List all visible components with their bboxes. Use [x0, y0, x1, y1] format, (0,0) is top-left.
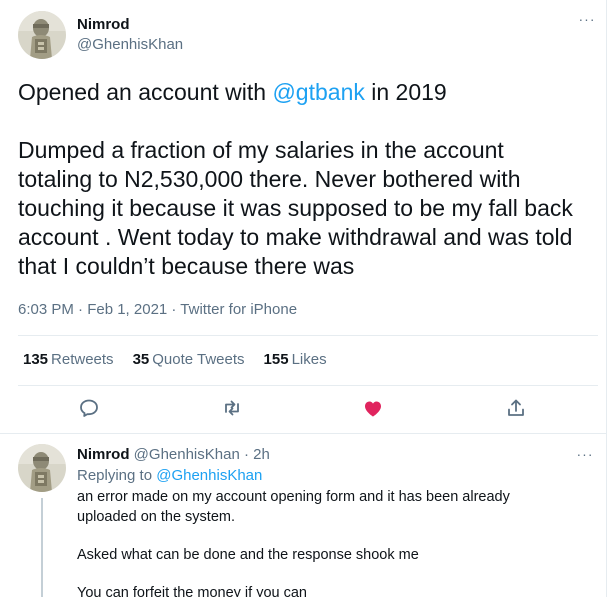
tweet-detail-panel: Nimrod @GhenhisKhan ··· Opened an accoun… — [0, 0, 607, 597]
quote-tweets-label: Quote Tweets — [152, 351, 245, 368]
tweet-text-fragment: in 2019 — [364, 79, 447, 105]
quote-tweets-count: 35 — [132, 351, 150, 368]
replying-to: Replying to @GhenhisKhan — [77, 466, 262, 486]
more-dots-icon[interactable]: ··· — [576, 12, 598, 29]
reply-text-line: Asked what can be done and the response … — [77, 547, 419, 563]
replying-to-mention[interactable]: @GhenhisKhan — [156, 467, 262, 484]
author-display-name[interactable]: Nimrod — [77, 15, 183, 35]
reply-timestamp[interactable]: 2h — [253, 446, 270, 463]
reply-text: an error made on my account opening form… — [77, 487, 557, 597]
more-dots-icon[interactable]: ··· — [574, 447, 596, 464]
retweets-label: Retweets — [51, 351, 114, 368]
tweet-text-line: totaling to N2,530,000 there. Never both… — [18, 166, 521, 192]
replying-to-label: Replying to — [77, 467, 157, 484]
reply-text-line: You can forfeit the money if you can — [77, 585, 307, 597]
retweet-icon[interactable] — [220, 396, 244, 420]
tweet-text-line: touching it because it was supposed to b… — [18, 195, 573, 221]
avatar[interactable] — [18, 444, 66, 492]
tweet-timestamp[interactable]: 6:03 PM · Feb 1, 2021 · Twitter for iPho… — [18, 300, 297, 320]
reply-bubble-icon[interactable] — [77, 396, 101, 420]
tweet-text-line: Dumped a fraction of my salaries in the … — [18, 137, 504, 163]
divider — [18, 335, 598, 336]
main-tweet-header: Nimrod @GhenhisKhan ··· — [18, 11, 598, 61]
tweet-text-fragment: Opened an account with — [18, 79, 273, 105]
quote-tweets-stat[interactable]: 35 Quote Tweets — [133, 350, 245, 370]
reply-text-line: uploaded on the system. — [77, 509, 235, 525]
separator-dot: · — [243, 446, 249, 463]
reply-author-handle[interactable]: @GhenhisKhan — [134, 446, 240, 463]
likes-count: 155 — [263, 351, 289, 368]
mention-link-gtbank[interactable]: @gtbank — [272, 79, 364, 105]
likes-stat[interactable]: 155 Likes — [264, 350, 327, 370]
retweets-count: 135 — [23, 351, 49, 368]
reply-tweet[interactable]: Nimrod @GhenhisKhan · 2h ··· Replying to… — [0, 434, 607, 597]
author-handle[interactable]: @GhenhisKhan — [77, 35, 183, 55]
divider — [18, 385, 598, 386]
reply-author-display-name[interactable]: Nimrod — [77, 446, 130, 463]
author-name-block[interactable]: Nimrod @GhenhisKhan — [77, 15, 183, 55]
reply-header: Nimrod @GhenhisKhan · 2h — [77, 445, 270, 465]
avatar[interactable] — [18, 11, 66, 59]
tweet-text: Opened an account with @gtbank in 2019 D… — [18, 78, 598, 281]
likes-label: Likes — [291, 351, 327, 368]
tweet-action-bar — [0, 390, 607, 426]
thread-connector-line — [41, 498, 43, 597]
heart-icon[interactable] — [361, 396, 385, 420]
tweet-text-line: Opened an account with @gtbank in 2019 — [18, 78, 598, 107]
tweet-text-line: that I couldn’t because there was — [18, 253, 355, 279]
share-icon[interactable] — [504, 396, 528, 420]
retweets-stat[interactable]: 135 Retweets — [23, 350, 114, 370]
tweet-text-line: account . Went today to make withdrawal … — [18, 224, 573, 250]
reply-text-line: an error made on my account opening form… — [77, 489, 510, 505]
engagement-stats: 135 Retweets 35 Quote Tweets 155 Likes — [23, 350, 346, 370]
